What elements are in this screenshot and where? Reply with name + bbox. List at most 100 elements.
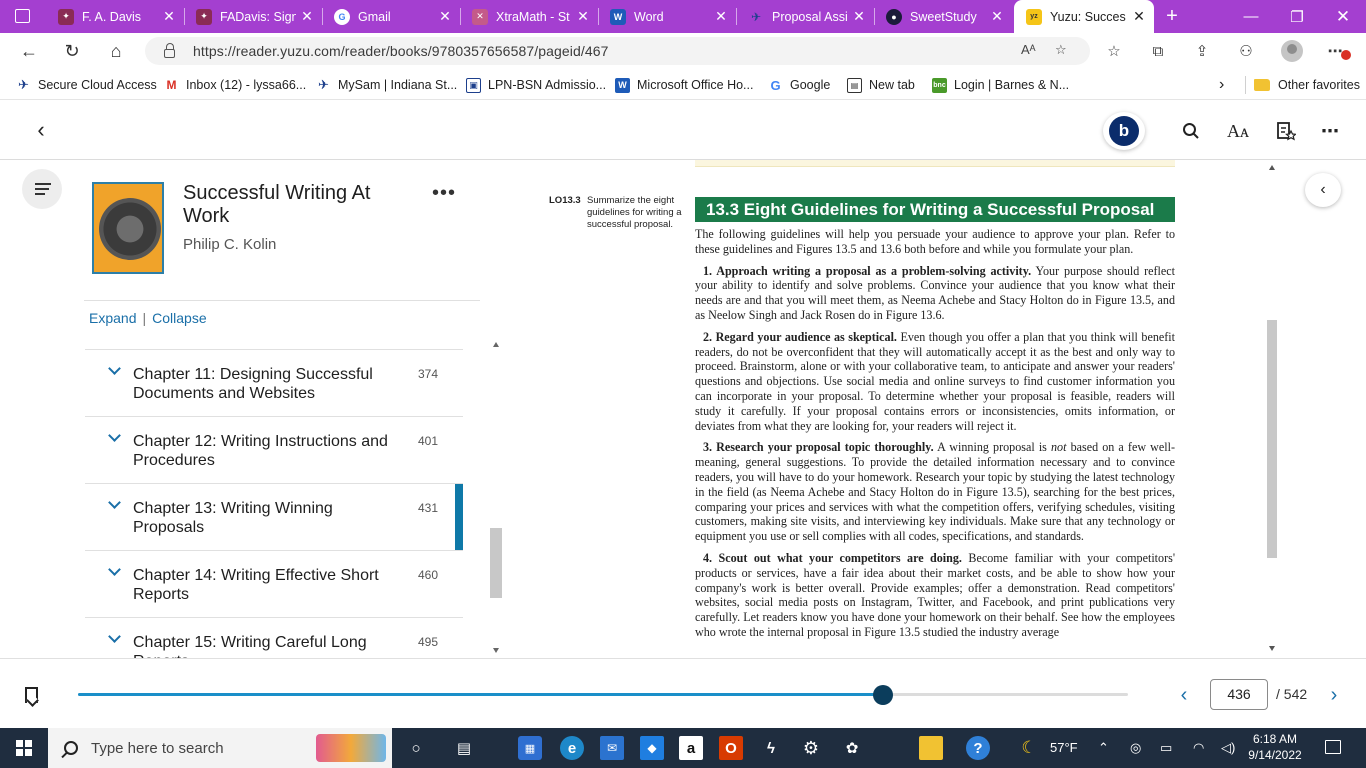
office-icon[interactable]: O [719,736,743,760]
chapter-item[interactable]: Chapter 15: Writing Careful Long Reports… [85,617,463,658]
favorite-inbox[interactable]: M Inbox (12) - lyssa66... [164,75,307,95]
meet-now-icon[interactable]: ◎ [1130,740,1141,756]
close-icon[interactable]: ✕ [296,8,318,25]
help-icon[interactable]: ? [966,736,990,760]
chevron-down-icon[interactable] [108,498,120,510]
tab-actions-icon[interactable] [15,9,30,23]
widgets-icon[interactable]: ▤ [452,736,476,760]
weather-moon-icon[interactable]: ☾ [1017,736,1041,760]
back-icon[interactable]: ← [14,37,44,65]
sidebar-scrollbar[interactable] [490,340,502,658]
edge-icon[interactable]: e [560,736,584,760]
menu-icon[interactable] [22,169,62,209]
tab-proposal[interactable]: ✈ Proposal Assi ✕ [736,0,874,33]
battery-icon[interactable]: ▭ [1160,740,1172,756]
dropbox-icon[interactable]: ◆ [640,736,664,760]
chevron-down-icon[interactable] [108,364,120,376]
favorite-google[interactable]: G Google [768,75,830,95]
windows-start-icon[interactable] [16,740,32,756]
expand-link[interactable]: Expand [89,310,136,326]
tab-word[interactable]: W Word ✕ [598,0,736,33]
home-icon[interactable]: ⌂ [101,37,131,65]
tab-fadavis-sign[interactable]: ✦ FADavis: Sign ✕ [184,0,322,33]
chevron-up-icon[interactable]: ⌃ [1098,740,1109,756]
collapse-panel-button[interactable]: ‹ [1305,173,1341,207]
search-icon[interactable] [1178,119,1204,143]
bartleby-button[interactable]: b [1103,112,1145,150]
task-view-icon[interactable]: ○ [404,736,428,760]
profile-avatar[interactable] [1281,40,1303,62]
chevron-down-icon[interactable] [108,431,120,443]
favorite-secure-cloud[interactable]: ✈ Secure Cloud Access [16,75,157,95]
tab-fa-davis[interactable]: ✦ F. A. Davis ✕ [46,0,184,33]
next-page-icon[interactable]: › [1324,683,1344,707]
file-explorer-icon[interactable] [919,736,943,760]
text-size-icon[interactable]: Aᴀ [1225,119,1251,143]
scroll-up-icon[interactable] [493,342,499,347]
collections-icon[interactable]: ⧉ [1147,41,1169,61]
tab-gmail[interactable]: G Gmail ✕ [322,0,460,33]
wifi-icon[interactable]: ◠ [1193,740,1204,756]
lightning-app-icon[interactable]: ϟ [759,736,783,760]
other-favorites[interactable]: Other favorites [1254,75,1360,95]
chapter-item[interactable]: Chapter 14: Writing Effective Short Repo… [85,550,463,617]
favorite-lpn-bsn[interactable]: ▣ LPN-BSN Admissio... [466,75,606,95]
chevron-down-icon[interactable] [108,632,120,644]
settings-icon[interactable]: ⚙ [799,736,823,760]
scroll-thumb[interactable] [1267,320,1277,558]
paint-app-icon[interactable]: ✿ [840,736,864,760]
favorite-mysam[interactable]: ✈ MySam | Indiana St... [316,75,457,95]
weather-temp[interactable]: 57°F [1050,740,1078,755]
close-icon[interactable]: ✕ [572,8,594,25]
scroll-up-icon[interactable] [1269,165,1275,170]
close-icon[interactable]: ✕ [434,8,456,25]
tab-sweetstudy[interactable]: ● SweetStudy ✕ [874,0,1012,33]
url-field[interactable]: https://reader.yuzu.com/reader/books/978… [145,37,1090,65]
bookmark-icon[interactable] [25,687,38,703]
favorite-barnes-noble[interactable]: bnc Login | Barnes & N... [932,75,1069,95]
scroll-down-icon[interactable] [1269,646,1275,651]
scroll-thumb[interactable] [490,528,502,598]
window-close-icon[interactable]: ✕ [1320,0,1366,33]
page-slider-handle[interactable] [873,685,894,705]
read-aloud-icon[interactable]: Aᴬ [1021,42,1036,57]
extensions-icon[interactable]: ⚇ [1235,41,1257,61]
collapse-link[interactable]: Collapse [152,310,206,326]
minimize-icon[interactable]: — [1228,0,1274,33]
chevron-down-icon[interactable] [108,565,120,577]
page-slider[interactable] [78,685,1128,705]
chapter-item[interactable]: Chapter 11: Designing Successful Documen… [85,349,463,416]
volume-icon[interactable]: ◁) [1221,740,1235,756]
notifications-icon[interactable] [1325,740,1341,754]
add-favorite-icon[interactable]: ☆ [1055,42,1067,58]
refresh-icon[interactable]: ↻ [57,37,87,65]
scroll-down-icon[interactable] [493,648,499,653]
taskbar-search[interactable]: Type here to search [48,728,392,768]
share-icon[interactable]: ⇪ [1191,41,1213,61]
favorites-icon[interactable]: ☆ [1103,41,1125,61]
new-tab-icon[interactable]: + [1158,0,1186,33]
back-chevron-icon[interactable]: ‹ [30,117,52,142]
close-icon[interactable]: ✕ [848,8,870,25]
store-icon[interactable]: ▦ [518,736,542,760]
book-options-icon[interactable]: ••• [432,182,456,205]
page-scrollbar[interactable] [1265,160,1279,658]
tab-yuzu[interactable]: yz Yuzu: Succes ✕ [1014,0,1154,33]
favorite-new-tab[interactable]: ▤ New tab [847,75,915,95]
close-icon[interactable]: ✕ [158,8,180,25]
chapter-item-active[interactable]: Chapter 13: Writing Winning Proposals 43… [85,483,463,551]
chevron-right-icon[interactable]: › [1219,75,1224,95]
system-clock[interactable]: 6:18 AM 9/14/2022 [1240,731,1310,763]
favorite-office[interactable]: W Microsoft Office Ho... [615,75,753,95]
amazon-icon[interactable]: a [679,736,703,760]
restore-icon[interactable]: ❐ [1274,0,1320,33]
close-icon[interactable]: ✕ [986,8,1008,25]
prev-page-icon[interactable]: ‹ [1174,683,1194,707]
mail-icon[interactable]: ✉ [600,736,624,760]
close-icon[interactable]: ✕ [1128,8,1150,25]
page-number-input[interactable]: 436 [1210,679,1268,710]
bookmarks-list-icon[interactable] [1273,119,1299,143]
more-options-icon[interactable]: ⋯ [1317,119,1343,143]
close-icon[interactable]: ✕ [710,8,732,25]
chapter-item[interactable]: Chapter 12: Writing Instructions and Pro… [85,416,463,483]
